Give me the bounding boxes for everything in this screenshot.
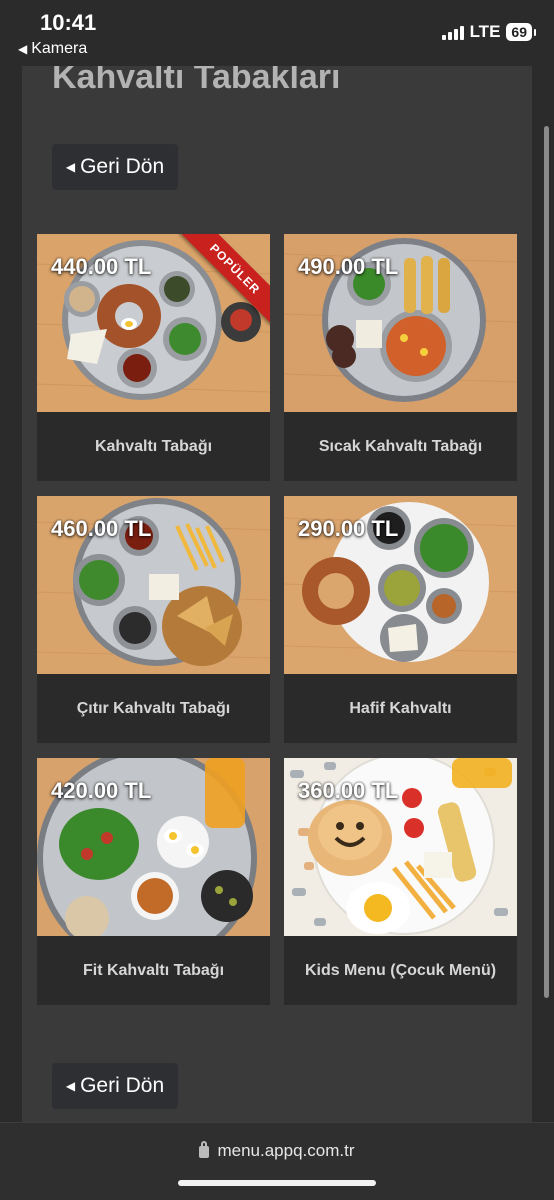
status-indicators: LTE 69 xyxy=(441,22,536,42)
chevron-left-icon: ◀ xyxy=(65,160,76,174)
battery-icon: 69 xyxy=(506,23,536,41)
clock: 10:41 xyxy=(40,10,97,35)
product-price: 440.00 TL xyxy=(51,254,152,279)
product-name: Kahvaltı Tabağı xyxy=(94,437,213,455)
back-button-top[interactable]: ◀ Geri Dön xyxy=(52,144,178,190)
status-bar: 10:41 ◀ Kamera LTE 69 xyxy=(0,0,554,66)
product-card[interactable]: 460.00 TL Çıtır Kahvaltı Tabağı xyxy=(37,496,270,743)
product-name: Çıtır Kahvaltı Tabağı xyxy=(76,699,231,717)
content-panel: Kahvaltı Tabakları ◀ Geri Dön POPÜLER 44… xyxy=(22,66,532,1136)
back-triangle-icon: ◀ xyxy=(18,42,28,56)
product-card[interactable]: 490.00 TL Sıcak Kahvaltı Tabağı xyxy=(284,234,517,481)
product-name: Kids Menu (Çocuk Menü) xyxy=(304,961,497,979)
product-card[interactable]: POPÜLER 440.00 TL Kahvaltı Tabağı xyxy=(37,234,270,481)
scrollbar[interactable] xyxy=(544,126,549,998)
product-card[interactable]: 360.00 TL Kids Menu (Çocuk Menü) xyxy=(284,758,517,1005)
signal-icon xyxy=(441,24,464,40)
back-button-label: Geri Dön xyxy=(80,1074,165,1097)
back-button-label: Geri Dön xyxy=(80,155,165,178)
back-button-bottom[interactable]: ◀ Geri Dön xyxy=(52,1063,178,1109)
product-card[interactable]: 290.00 TL Hafif Kahvaltı xyxy=(284,496,517,743)
back-app-label: Kamera xyxy=(31,40,88,57)
product-name: Fit Kahvaltı Tabağı xyxy=(82,961,225,979)
product-price: 460.00 TL xyxy=(51,516,152,541)
product-name: Hafif Kahvaltı xyxy=(349,699,452,717)
url-field[interactable]: menu.appq.com.tr xyxy=(0,1141,554,1161)
product-name: Sıcak Kahvaltı Tabağı xyxy=(318,437,483,455)
product-card[interactable]: 420.00 TL Fit Kahvaltı Tabağı xyxy=(37,758,270,1005)
product-price: 360.00 TL xyxy=(298,778,399,803)
lock-icon xyxy=(199,1141,210,1158)
product-price: 490.00 TL xyxy=(298,254,399,279)
url-text: menu.appq.com.tr xyxy=(217,1141,355,1160)
back-to-app-link[interactable]: ◀ Kamera xyxy=(18,40,87,58)
page-title: Kahvaltı Tabakları xyxy=(52,66,341,96)
product-price: 290.00 TL xyxy=(298,516,399,541)
product-price: 420.00 TL xyxy=(51,778,152,803)
browser-address-bar[interactable]: menu.appq.com.tr xyxy=(0,1122,554,1200)
home-indicator[interactable] xyxy=(178,1180,376,1186)
network-type: LTE xyxy=(469,22,501,41)
chevron-left-icon: ◀ xyxy=(65,1079,76,1093)
